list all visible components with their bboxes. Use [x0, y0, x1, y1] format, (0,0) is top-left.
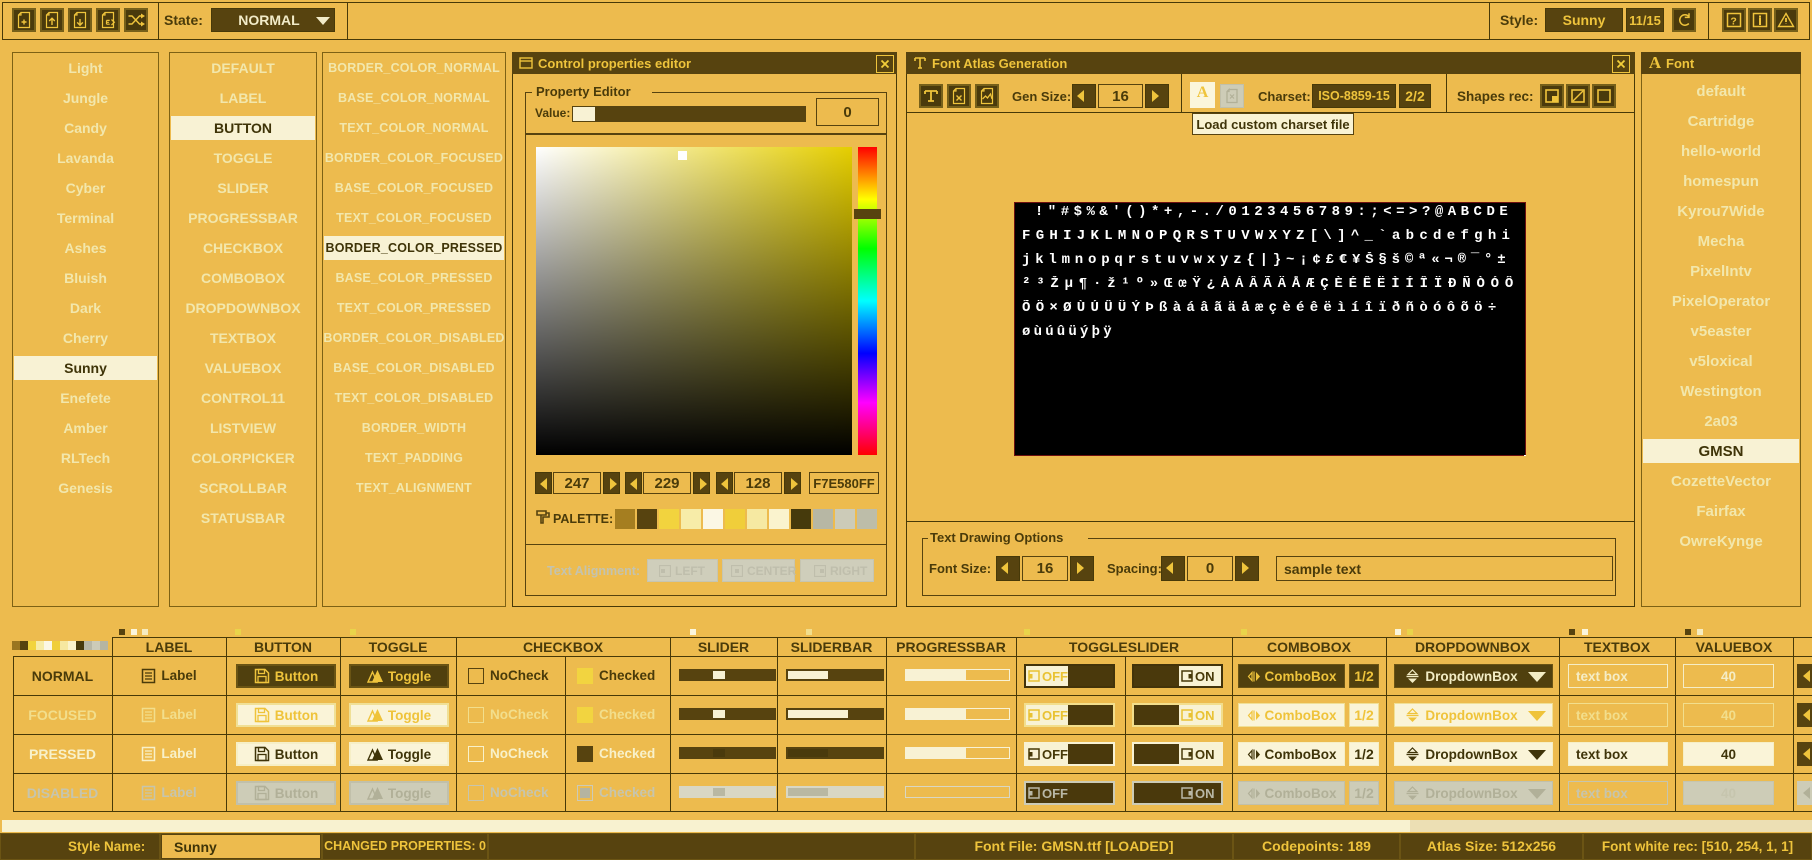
svg-text:?: ? [1730, 15, 1736, 27]
